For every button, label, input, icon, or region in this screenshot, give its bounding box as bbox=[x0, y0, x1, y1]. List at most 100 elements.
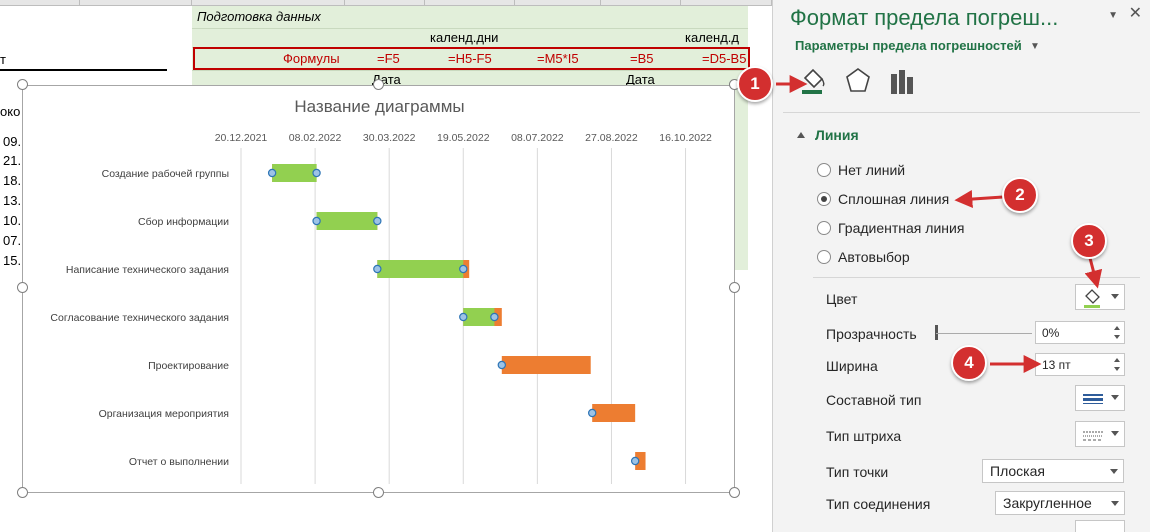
compound-type-dropdown[interactable] bbox=[1075, 385, 1125, 411]
formula-cell[interactable]: =H5-F5 bbox=[448, 51, 492, 66]
column-header[interactable] bbox=[0, 0, 80, 6]
left-cell[interactable]: 07. bbox=[3, 233, 21, 248]
formula-cell[interactable]: =B5 bbox=[630, 51, 654, 66]
section-title-cell[interactable]: Подготовка данных bbox=[197, 9, 321, 24]
pane-title: Формат предела погреш... bbox=[790, 5, 1059, 30]
compound-lines-icon bbox=[1083, 394, 1103, 404]
arrow-type-dropdown[interactable] bbox=[1075, 520, 1125, 532]
join-type-select[interactable]: Закругленное bbox=[995, 491, 1125, 515]
left-cell[interactable]: 15. bbox=[3, 253, 21, 268]
error-bar-endpoint bbox=[459, 312, 468, 322]
column-header[interactable] bbox=[80, 0, 192, 6]
error-bar-endpoint bbox=[267, 168, 277, 178]
category-label: Проектирование bbox=[148, 360, 229, 372]
pane-subtitle[interactable]: Параметры предела погрешностей bbox=[795, 38, 1022, 53]
header-cell[interactable]: календ.дни bbox=[430, 30, 498, 45]
chevron-down-icon bbox=[1111, 395, 1119, 400]
radio-label: Градиентная линия bbox=[838, 220, 965, 236]
formula-cell[interactable]: =F5 bbox=[377, 51, 400, 66]
spin-up-icon[interactable] bbox=[1114, 358, 1120, 362]
radio-button[interactable] bbox=[817, 192, 831, 206]
radio-gradient-line[interactable]: Градиентная линия bbox=[817, 218, 964, 238]
header-cell[interactable]: календ.д bbox=[685, 30, 739, 45]
resize-handle[interactable] bbox=[729, 487, 740, 498]
join-type-label: Тип соединения bbox=[826, 496, 931, 512]
x-tick-label: 16.10.2022 bbox=[659, 132, 712, 144]
resize-handle[interactable] bbox=[17, 79, 28, 90]
radio-solid-line[interactable]: Сплошная линия bbox=[817, 189, 949, 209]
chevron-down-icon bbox=[1111, 431, 1119, 436]
radio-button[interactable] bbox=[817, 221, 831, 235]
bar-green bbox=[316, 212, 378, 230]
chart-plot-area[interactable]: 20.12.2021 08.02.2022 30.03.2022 19.05.2022… bbox=[23, 86, 736, 494]
resize-handle[interactable] bbox=[373, 79, 384, 90]
left-cell[interactable]: 13. bbox=[3, 193, 21, 208]
transparency-value[interactable]: 0% bbox=[1042, 326, 1059, 340]
resize-handle[interactable] bbox=[373, 487, 384, 498]
excel-window: Подготовка данных календ.дни календ.д т … bbox=[0, 0, 1150, 532]
spin-down-icon[interactable] bbox=[1114, 335, 1120, 339]
radio-auto[interactable]: Автовыбор bbox=[817, 247, 910, 267]
transparency-slider[interactable] bbox=[936, 333, 1032, 334]
gantt-chart[interactable]: Название диаграммы 20.12.2021 08.02.2022 3… bbox=[22, 85, 735, 493]
radio-label: Нет линий bbox=[838, 162, 906, 178]
formula-cell[interactable]: Формулы bbox=[283, 51, 340, 66]
error-bar-options-icon[interactable] bbox=[885, 64, 919, 98]
pane-options-icon[interactable]: ▼ bbox=[1108, 10, 1118, 21]
spin-down-icon[interactable] bbox=[1114, 367, 1120, 371]
dash-type-label: Тип штриха bbox=[826, 428, 902, 444]
error-bar-endpoint bbox=[490, 312, 499, 322]
formula-cell[interactable]: =D5-B5 bbox=[702, 51, 746, 66]
cap-type-select[interactable]: Плоская bbox=[982, 459, 1124, 483]
effects-pentagon-icon[interactable] bbox=[841, 64, 875, 98]
resize-handle[interactable] bbox=[17, 282, 28, 293]
left-cell[interactable]: 10. bbox=[3, 213, 21, 228]
x-tick-label: 19.05.2022 bbox=[437, 132, 490, 144]
close-icon[interactable]: ✕ bbox=[1129, 3, 1142, 23]
resize-handle[interactable] bbox=[17, 487, 28, 498]
collapse-triangle-icon[interactable] bbox=[797, 132, 805, 138]
left-cell[interactable]: око bbox=[0, 104, 20, 119]
spreadsheet-area: Подготовка данных календ.дни календ.д т … bbox=[0, 0, 772, 532]
error-bar-endpoint bbox=[459, 264, 468, 274]
radio-label: Автовыбор bbox=[838, 249, 910, 265]
bar-green bbox=[377, 260, 464, 278]
callout-badge: 4 bbox=[951, 345, 987, 381]
category-label: Организация мероприятия bbox=[99, 408, 229, 420]
category-label: Согласование технического задания bbox=[50, 312, 229, 324]
cap-type-value: Плоская bbox=[990, 463, 1045, 479]
header-cell[interactable]: т bbox=[0, 52, 6, 67]
transparency-input[interactable]: 0% bbox=[1035, 321, 1125, 344]
chevron-down-icon bbox=[1110, 469, 1118, 474]
left-cell[interactable]: 18. bbox=[3, 173, 21, 188]
category-label: Создание рабочей группы bbox=[102, 168, 229, 180]
color-picker-button[interactable] bbox=[1075, 284, 1125, 310]
error-bar-endpoint bbox=[587, 408, 597, 418]
left-cell[interactable]: 09. bbox=[3, 134, 21, 149]
spin-up-icon[interactable] bbox=[1114, 326, 1120, 330]
compound-type-label: Составной тип bbox=[826, 392, 922, 408]
paint-bucket-icon bbox=[1084, 289, 1100, 308]
callout-badge: 1 bbox=[737, 66, 773, 102]
chevron-down-icon bbox=[1111, 501, 1119, 506]
left-cell[interactable]: 21. bbox=[3, 153, 21, 168]
formula-cell[interactable]: =M5*I5 bbox=[537, 51, 579, 66]
section-line[interactable]: Линия bbox=[815, 127, 859, 143]
error-bar-endpoint bbox=[373, 216, 382, 226]
x-tick-label: 08.07.2022 bbox=[511, 132, 564, 144]
width-input[interactable]: 13 пт bbox=[1035, 353, 1125, 376]
error-bar-endpoint bbox=[373, 264, 382, 274]
fill-line-icon[interactable] bbox=[795, 64, 829, 98]
radio-button[interactable] bbox=[817, 163, 831, 177]
cap-type-label: Тип точки bbox=[826, 464, 889, 480]
callout-badge: 3 bbox=[1071, 223, 1107, 259]
chevron-down-icon[interactable]: ▼ bbox=[1030, 41, 1040, 52]
error-bar-endpoint bbox=[312, 216, 321, 226]
radio-button[interactable] bbox=[817, 250, 831, 264]
radio-no-line[interactable]: Нет линий bbox=[817, 160, 905, 180]
resize-handle[interactable] bbox=[729, 282, 740, 293]
dash-type-dropdown[interactable] bbox=[1075, 421, 1125, 447]
color-label: Цвет bbox=[826, 291, 858, 307]
width-value[interactable]: 13 пт bbox=[1042, 358, 1071, 372]
error-bar-endpoint bbox=[312, 168, 321, 178]
